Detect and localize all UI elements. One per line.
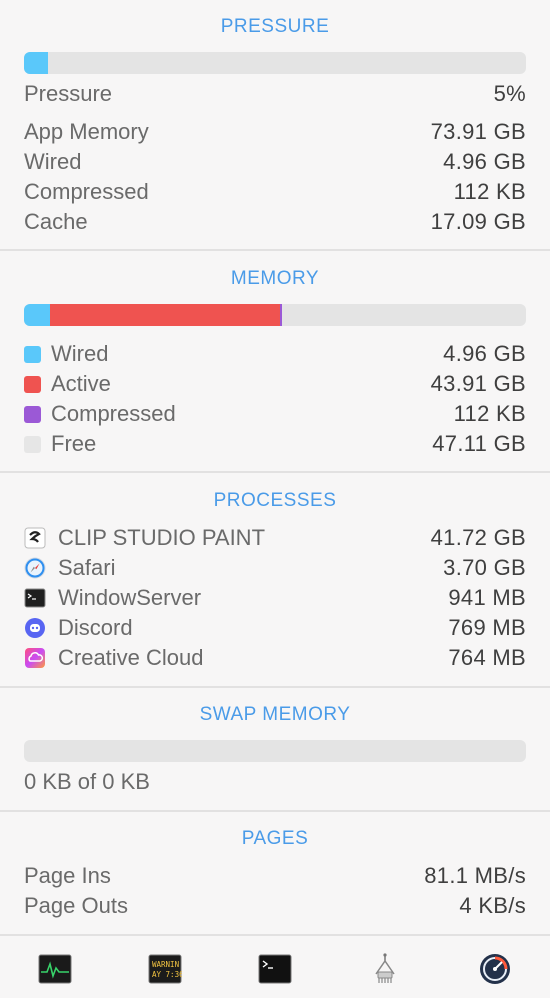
console-button[interactable]: WARNIN AY 7:36 [147,951,183,987]
app-memory-row: App Memory 73.91 GB [24,117,526,147]
app-memory-label: App Memory [24,119,149,144]
activity-monitor-icon [38,954,72,984]
pages-title: PAGES [241,828,309,849]
divider [0,810,550,812]
cache-row: Cache 17.09 GB [24,207,526,237]
app-memory-value: 73.91 GB [430,119,526,144]
memory-wired-value: 4.96 GB [443,341,526,366]
page-ins-label: Page Ins [24,863,111,888]
process-row[interactable]: WindowServer 941 MB [24,583,526,613]
wired-swatch [24,345,41,363]
console-icon-text1: WARNIN [152,960,179,969]
page-outs-value: 4 KB/s [459,893,526,918]
memory-bar-wired [24,304,50,326]
memory-free-label: Free [51,431,97,456]
page-outs-label: Page Outs [24,893,128,918]
pressure-row: Pressure 5% [24,79,526,109]
swap-bar [24,740,526,762]
terminal-icon [24,587,46,609]
memory-compressed-value: 112 KB [453,401,526,426]
memory-free-row: Free 47.11 GB [24,429,526,459]
memory-free-value: 47.11 GB [432,431,526,456]
system-information-button[interactable] [367,951,403,987]
compressed-swatch [24,405,41,423]
processes-title: PROCESSES [213,490,337,511]
discord-icon [24,617,46,639]
disk-utility-icon [480,954,510,984]
active-swatch [24,375,41,393]
pressure-bar-fill [24,52,48,74]
process-name: Safari [58,555,116,580]
terminal-app-icon [258,954,292,984]
pressure-label: Pressure [24,81,113,106]
divider [0,249,550,251]
compressed-value: 112 KB [453,179,526,204]
process-row[interactable]: Safari 3.70 GB [24,553,526,583]
pressure-title: PRESSURE [220,16,330,37]
memory-title: MEMORY [230,268,320,289]
memory-wired-label: Wired [51,341,109,366]
process-memory: 769 MB [448,615,526,640]
wired-label: Wired [24,149,82,174]
clip-studio-icon [24,527,46,549]
swap-summary: 0 KB of 0 KB [24,769,150,794]
cache-value: 17.09 GB [430,209,526,234]
memory-bar [24,304,526,326]
memory-compressed-row: Compressed 112 KB [24,399,526,429]
memory-active-row: Active 43.91 GB [24,369,526,399]
process-memory: 3.70 GB [443,555,526,580]
divider [0,686,550,688]
process-memory: 764 MB [448,645,526,670]
process-row[interactable]: Discord 769 MB [24,613,526,643]
compressed-row: Compressed 112 KB [24,177,526,207]
memory-wired-row: Wired 4.96 GB [24,339,526,369]
wired-row: Wired 4.96 GB [24,147,526,177]
pressure-value: 5% [493,81,526,106]
creative-cloud-icon [24,647,46,669]
pressure-bar [24,52,526,74]
memory-active-value: 43.91 GB [430,371,526,396]
process-row[interactable]: Creative Cloud 764 MB [24,643,526,673]
memory-bar-active [50,304,280,326]
swap-title: SWAP MEMORY [199,704,351,725]
console-icon: WARNIN AY 7:36 [148,954,182,984]
process-name: WindowServer [58,585,202,610]
memory-compressed-label: Compressed [51,401,176,426]
divider [0,934,550,936]
page-ins-value: 81.1 MB/s [424,863,526,888]
process-row[interactable]: CLIP STUDIO PAINT 41.72 GB [24,523,526,553]
process-name: CLIP STUDIO PAINT [58,525,266,550]
disk-utility-button[interactable] [477,951,513,987]
app-shortcut-bar: WARNIN AY 7:36 [0,940,550,998]
process-name: Discord [58,615,133,640]
memory-active-label: Active [51,371,111,396]
page-ins-row: Page Ins 81.1 MB/s [24,861,526,891]
console-icon-text2: AY 7:36 [152,970,182,979]
process-name: Creative Cloud [58,645,204,670]
activity-monitor-button[interactable] [37,951,73,987]
compressed-label: Compressed [24,179,149,204]
terminal-button[interactable] [257,951,293,987]
page-outs-row: Page Outs 4 KB/s [24,891,526,921]
safari-icon [24,557,46,579]
system-info-icon [375,953,395,983]
memory-bar-compressed [280,304,282,326]
free-swatch [24,435,41,453]
divider [0,471,550,473]
swap-summary-row: 0 KB of 0 KB [24,767,526,797]
process-memory: 941 MB [448,585,526,610]
wired-value: 4.96 GB [443,149,526,174]
process-memory: 41.72 GB [430,525,526,550]
cache-label: Cache [24,209,88,234]
